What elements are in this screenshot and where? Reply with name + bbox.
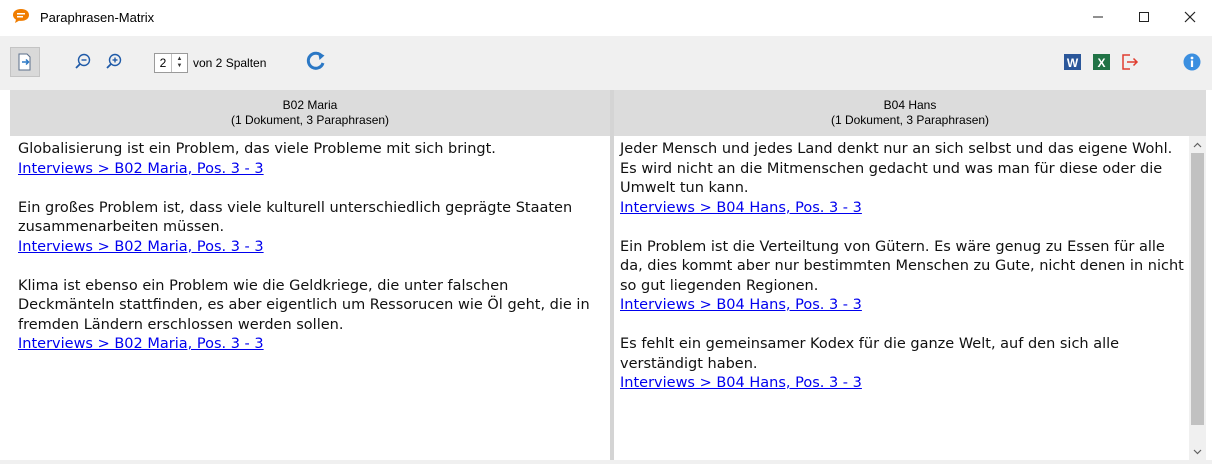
column-header-name: B04 Hans	[883, 98, 937, 112]
columns-stepper[interactable]: 2 ▲ ▼	[154, 53, 188, 73]
export-button[interactable]	[10, 47, 40, 77]
columns-stepper-value[interactable]: 2	[155, 56, 171, 70]
excel-export-icon: X	[1093, 54, 1110, 70]
source-link[interactable]: Interviews > B04 Hans, Pos. 3 - 3	[620, 296, 1185, 316]
zoom-in-icon	[106, 53, 122, 69]
maximize-icon	[1139, 12, 1149, 22]
export-icon	[18, 53, 31, 71]
exit-button[interactable]	[1120, 52, 1140, 72]
paraphrase-entry: Ein Problem ist die Verteiltung von Güte…	[620, 238, 1185, 316]
close-icon	[1184, 11, 1196, 23]
chevron-up-icon	[1193, 142, 1202, 147]
zoom-out-icon	[75, 53, 91, 69]
stepper-up-icon[interactable]: ▲	[177, 56, 183, 63]
title-bar: Paraphrasen-Matrix	[0, 0, 1212, 34]
paraphrase-text: Es fehlt ein gemeinsamer Kodex für die g…	[620, 336, 1120, 372]
app-speech-bubble-icon	[12, 8, 30, 24]
svg-text:X: X	[1097, 56, 1105, 70]
window-bottom-edge	[0, 460, 1212, 464]
maximize-button[interactable]	[1121, 0, 1167, 34]
paraphrase-text: Ein großes Problem ist, dass viele kultu…	[18, 199, 573, 236]
paraphrase-text: Globalisierung ist ein Problem, das viel…	[18, 141, 496, 157]
column-header-b02-maria: B02 Maria (1 Dokument, 3 Paraphrasen)	[10, 90, 610, 136]
columns-label: von 2 Spalten	[193, 56, 267, 70]
word-export-button[interactable]: W	[1063, 52, 1083, 72]
paraphrase-text: Ein Problem ist die Verteiltung von Güte…	[620, 238, 1184, 294]
zoom-out-button[interactable]	[73, 51, 93, 71]
paraphrase-text: Klima ist ebenso ein Problem wie die Gel…	[18, 277, 590, 333]
svg-text:W: W	[1067, 56, 1079, 70]
info-button[interactable]	[1182, 52, 1202, 72]
minimize-icon	[1093, 16, 1103, 18]
column-content-b04-hans: Jeder Mensch und jedes Land denkt nur an…	[620, 140, 1185, 413]
paraphrase-entry: Ein großes Problem ist, dass viele kultu…	[18, 199, 606, 258]
stepper-arrows[interactable]: ▲ ▼	[171, 54, 187, 72]
vertical-scrollbar[interactable]	[1189, 136, 1206, 460]
exit-icon	[1122, 54, 1139, 70]
paraphrase-text: Jeder Mensch und jedes Land denkt nur an…	[620, 141, 1173, 196]
scroll-up-button[interactable]	[1189, 136, 1206, 153]
word-export-icon: W	[1064, 54, 1081, 70]
scrollbar-thumb[interactable]	[1191, 153, 1204, 425]
chevron-down-icon	[1193, 449, 1202, 454]
refresh-button[interactable]	[303, 48, 329, 74]
column-header-b04-hans: B04 Hans (1 Dokument, 3 Paraphrasen)	[614, 90, 1206, 136]
zoom-in-button[interactable]	[104, 51, 124, 71]
paraphrase-entry: Klima ist ebenso ein Problem wie die Gel…	[18, 277, 606, 355]
source-link[interactable]: Interviews > B02 Maria, Pos. 3 - 3	[18, 160, 606, 180]
column-content-b02-maria: Globalisierung ist ein Problem, das viel…	[18, 140, 606, 374]
column-header-name: B02 Maria	[282, 98, 338, 112]
excel-export-button[interactable]: X	[1092, 52, 1112, 72]
source-link[interactable]: Interviews > B04 Hans, Pos. 3 - 3	[620, 374, 1185, 394]
scroll-down-button[interactable]	[1189, 443, 1206, 460]
paraphrase-entry: Jeder Mensch und jedes Land denkt nur an…	[620, 140, 1185, 218]
stepper-down-icon[interactable]: ▼	[177, 63, 183, 70]
paraphrase-matrix-window: Paraphrasen-Matrix 2 ▲ ▼ von 2 Spalten W…	[0, 0, 1212, 464]
column-splitter[interactable]	[610, 90, 614, 462]
column-header-count: (1 Dokument, 3 Paraphrasen)	[830, 113, 990, 127]
source-link[interactable]: Interviews > B02 Maria, Pos. 3 - 3	[18, 335, 606, 355]
source-link[interactable]: Interviews > B02 Maria, Pos. 3 - 3	[18, 238, 606, 258]
info-icon	[1183, 53, 1201, 71]
column-header-count: (1 Dokument, 3 Paraphrasen)	[230, 113, 390, 127]
source-link[interactable]: Interviews > B04 Hans, Pos. 3 - 3	[620, 199, 1185, 219]
refresh-icon	[306, 51, 325, 70]
paraphrase-entry: Es fehlt ein gemeinsamer Kodex für die g…	[620, 335, 1185, 394]
paraphrase-entry: Globalisierung ist ein Problem, das viel…	[18, 140, 606, 179]
minimize-button[interactable]	[1075, 0, 1121, 34]
close-button[interactable]	[1167, 0, 1212, 34]
window-title: Paraphrasen-Matrix	[40, 10, 155, 25]
toolbar: 2 ▲ ▼ von 2 Spalten W X	[0, 36, 1212, 90]
